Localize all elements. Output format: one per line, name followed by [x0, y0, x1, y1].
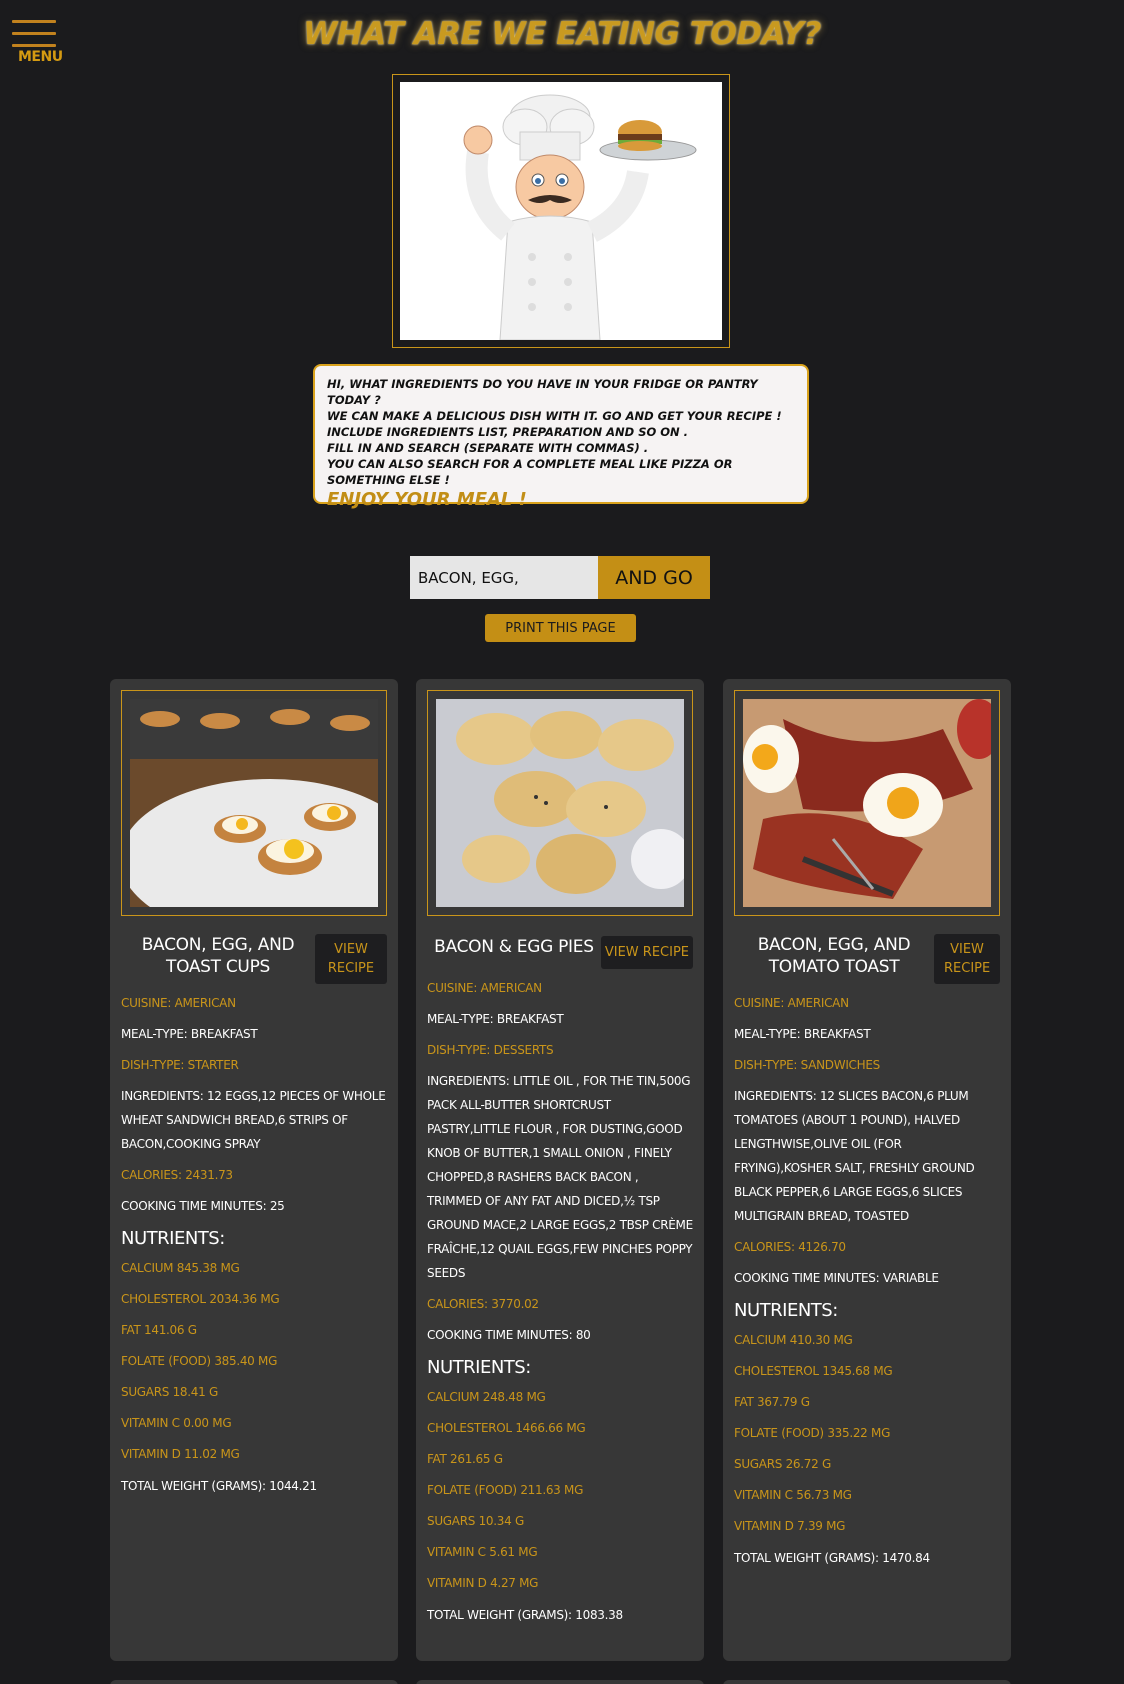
total-weight: TOTAL WEIGHT (GRAMS): 1083.38 — [427, 1608, 623, 1622]
nutrient-item: SUGARS 26.72 G — [734, 1457, 831, 1471]
nutrient-item: FAT 261.65 G — [427, 1452, 503, 1466]
intro-line: YOU CAN ALSO SEARCH FOR A COMPLETE MEAL … — [327, 457, 733, 487]
search-button[interactable]: AND GO — [598, 556, 710, 599]
intro-line: INCLUDE INGREDIENTS LIST, PREPARATION AN… — [327, 425, 689, 439]
recipe-image-frame — [427, 690, 693, 916]
cuisine: CUISINE: AMERICAN — [427, 981, 542, 995]
page-title: WHAT ARE WE EATING TODAY? — [303, 16, 821, 52]
dish-type: DISH-TYPE: STARTER — [121, 1058, 239, 1072]
next-recipe-card — [723, 1680, 1011, 1684]
total-weight: TOTAL WEIGHT (GRAMS): 1470.84 — [734, 1551, 930, 1565]
recipe-image[interactable] — [130, 699, 378, 907]
total-weight: TOTAL WEIGHT (GRAMS): 1044.21 — [121, 1479, 317, 1493]
nutrient-item: CALCIUM 845.38 MG — [121, 1261, 240, 1275]
nutrient-item: FOLATE (FOOD) 211.63 µG — [427, 1483, 584, 1497]
calories: CALORIES: 2431.73 — [121, 1168, 233, 1182]
cooking-time: COOKING TIME MINUTES: VARIABLE — [734, 1271, 939, 1285]
nutrient-item: SUGARS 18.41 G — [121, 1385, 218, 1399]
meal-type: MEAL-TYPE: BREAKFAST — [121, 1027, 258, 1041]
recipe-image-frame — [121, 690, 387, 916]
chef-image-frame — [392, 74, 730, 348]
recipe-card: BACON, EGG, AND TOAST CUPS VIEW RECIPE C… — [110, 679, 398, 1661]
nutrient-item: CHOLESTEROL 1466.66 MG — [427, 1421, 586, 1435]
cuisine: CUISINE: AMERICAN — [734, 996, 849, 1010]
nutrient-item: VITAMIN C 0.00 MG — [121, 1416, 232, 1430]
recipe-title: BACON, EGG, AND TOAST CUPS — [141, 935, 295, 977]
chef-illustration — [400, 82, 722, 340]
nutrient-item: CHOLESTEROL 1345.68 MG — [734, 1364, 893, 1378]
nutrient-item: FOLATE (FOOD) 385.40 µG — [121, 1354, 278, 1368]
ingredients: INGREDIENTS: LITTLE OIL , FOR THE TIN,50… — [427, 1074, 693, 1280]
ingredients: INGREDIENTS: 12 EGGS,12 PIECES OF WHOLE … — [121, 1089, 386, 1151]
recipe-card: BACON, EGG, AND TOMATO TOAST VIEW RECIPE… — [723, 679, 1011, 1661]
cooking-time: COOKING TIME MINUTES: 80 — [427, 1328, 591, 1342]
intro-box: HI, WHAT INGREDIENTS DO YOU HAVE IN YOUR… — [313, 364, 809, 509]
nutrient-item: VITAMIN D 11.02 µG — [121, 1447, 240, 1461]
recipe-image[interactable] — [436, 699, 684, 907]
recipe-image-frame — [734, 690, 1000, 916]
intro-line: WE CAN MAKE A DELICIOUS DISH WITH IT. GO… — [327, 409, 782, 423]
nutrients-heading: NUTRIENTS: — [734, 1300, 838, 1321]
calories: CALORIES: 3770.02 — [427, 1297, 539, 1311]
nutrient-item: SUGARS 10.34 G — [427, 1514, 524, 1528]
recipe-title: BACON, EGG, AND TOMATO TOAST — [757, 935, 911, 977]
next-recipe-card — [110, 1680, 398, 1684]
dish-type: DISH-TYPE: DESSERTS — [427, 1043, 554, 1057]
nutrients-heading: NUTRIENTS: — [121, 1228, 225, 1249]
view-recipe-button[interactable]: VIEW RECIPE — [600, 936, 693, 969]
meal-type: MEAL-TYPE: BREAKFAST — [427, 1012, 564, 1026]
search-input[interactable] — [410, 556, 598, 599]
nutrient-item: CALCIUM 410.30 MG — [734, 1333, 853, 1347]
ingredients: INGREDIENTS: 12 SLICES BACON,6 PLUM TOMA… — [734, 1089, 975, 1223]
recipe-card: BACON & EGG PIES VIEW RECIPE CUISINE: AM… — [416, 679, 704, 1661]
nutrient-item: FAT 141.06 G — [121, 1323, 197, 1337]
nutrient-item: FOLATE (FOOD) 335.22 µG — [734, 1426, 891, 1440]
intro-line: HI, WHAT INGREDIENTS DO YOU HAVE IN YOUR… — [327, 377, 758, 407]
nutrient-item: VITAMIN C 56.73 MG — [734, 1488, 852, 1502]
nutrient-item: CALCIUM 248.48 MG — [427, 1390, 546, 1404]
nutrient-item: VITAMIN D 7.39 µG — [734, 1519, 846, 1533]
nutrient-item: CHOLESTEROL 2034.36 MG — [121, 1292, 280, 1306]
view-recipe-button[interactable]: VIEW RECIPE — [934, 934, 1000, 984]
view-recipe-button[interactable]: VIEW RECIPE — [315, 934, 387, 984]
dish-type: DISH-TYPE: SANDWICHES — [734, 1058, 880, 1072]
nutrient-item: FAT 367.79 G — [734, 1395, 810, 1409]
cuisine: CUISINE: AMERICAN — [121, 996, 236, 1010]
nutrient-item: VITAMIN C 5.61 MG — [427, 1545, 538, 1559]
recipe-image[interactable] — [743, 699, 991, 907]
intro-line: FILL IN AND SEARCH (SEPARATE WITH COMMAS… — [327, 441, 649, 455]
next-recipe-card — [416, 1680, 704, 1684]
nutrient-item: VITAMIN D 4.27 µG — [427, 1576, 539, 1590]
cooking-time: COOKING TIME MINUTES: 25 — [121, 1199, 285, 1213]
calories: CALORIES: 4126.70 — [734, 1240, 846, 1254]
search-form: AND GO — [410, 556, 710, 599]
meal-type: MEAL-TYPE: BREAKFAST — [734, 1027, 871, 1041]
recipe-title: BACON & EGG PIES — [434, 937, 594, 957]
enjoy-text: ENJOY YOUR MEAL ! — [327, 489, 527, 510]
print-button[interactable]: PRINT THIS PAGE — [485, 614, 636, 642]
nutrients-heading: NUTRIENTS: — [427, 1357, 531, 1378]
